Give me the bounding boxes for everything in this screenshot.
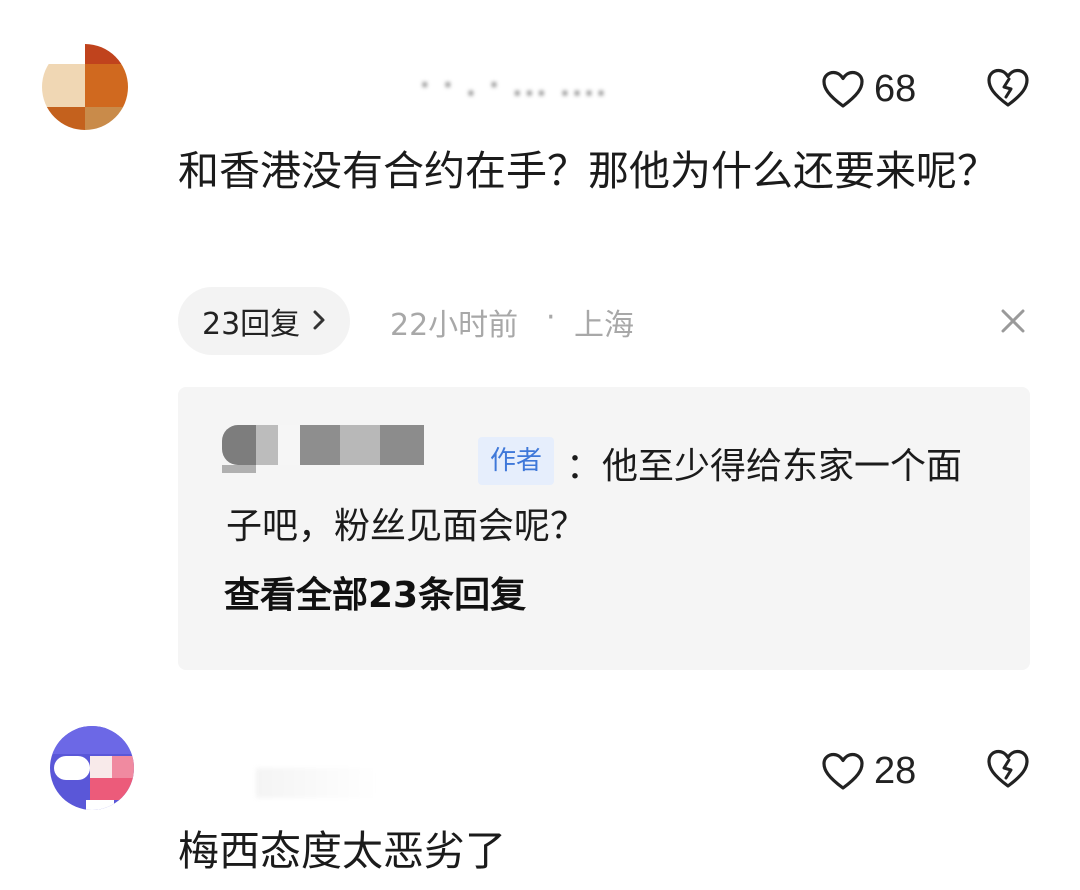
replies-button[interactable]: 23回复 [178, 287, 351, 355]
close-icon[interactable] [997, 305, 1029, 341]
avatar[interactable] [50, 726, 134, 810]
broken-heart-icon [986, 68, 1030, 113]
heart-outline-icon [822, 752, 864, 792]
dislike-button[interactable] [986, 748, 1030, 794]
like-button[interactable]: 68 [822, 68, 916, 111]
avatar[interactable] [42, 44, 128, 130]
reply-text: ：他至少得给东家一个面子吧，粉丝见面会呢？ [226, 446, 963, 547]
location: 上海 [574, 308, 634, 343]
meta-separator: · [546, 300, 556, 335]
view-all-replies-link[interactable]: 查看全部23条回复 [224, 566, 526, 618]
username[interactable] [256, 768, 376, 798]
replies-label: 23回复 [202, 307, 301, 342]
chevron-right-icon [312, 305, 326, 338]
broken-heart-icon [986, 749, 1030, 794]
like-button[interactable]: 28 [822, 750, 916, 793]
username[interactable]: · · . · ․․․ ․․․․ [420, 68, 608, 103]
heart-outline-icon [822, 70, 864, 110]
timestamp: 22小时前 [390, 308, 519, 343]
comment-text: 和香港没有合约在手？那他为什么还要来呢？ [178, 147, 998, 195]
like-count: 28 [874, 750, 917, 792]
dislike-button[interactable] [986, 67, 1030, 113]
comment-text: 梅西态度太恶劣了 [178, 827, 506, 875]
like-count: 68 [874, 68, 917, 110]
